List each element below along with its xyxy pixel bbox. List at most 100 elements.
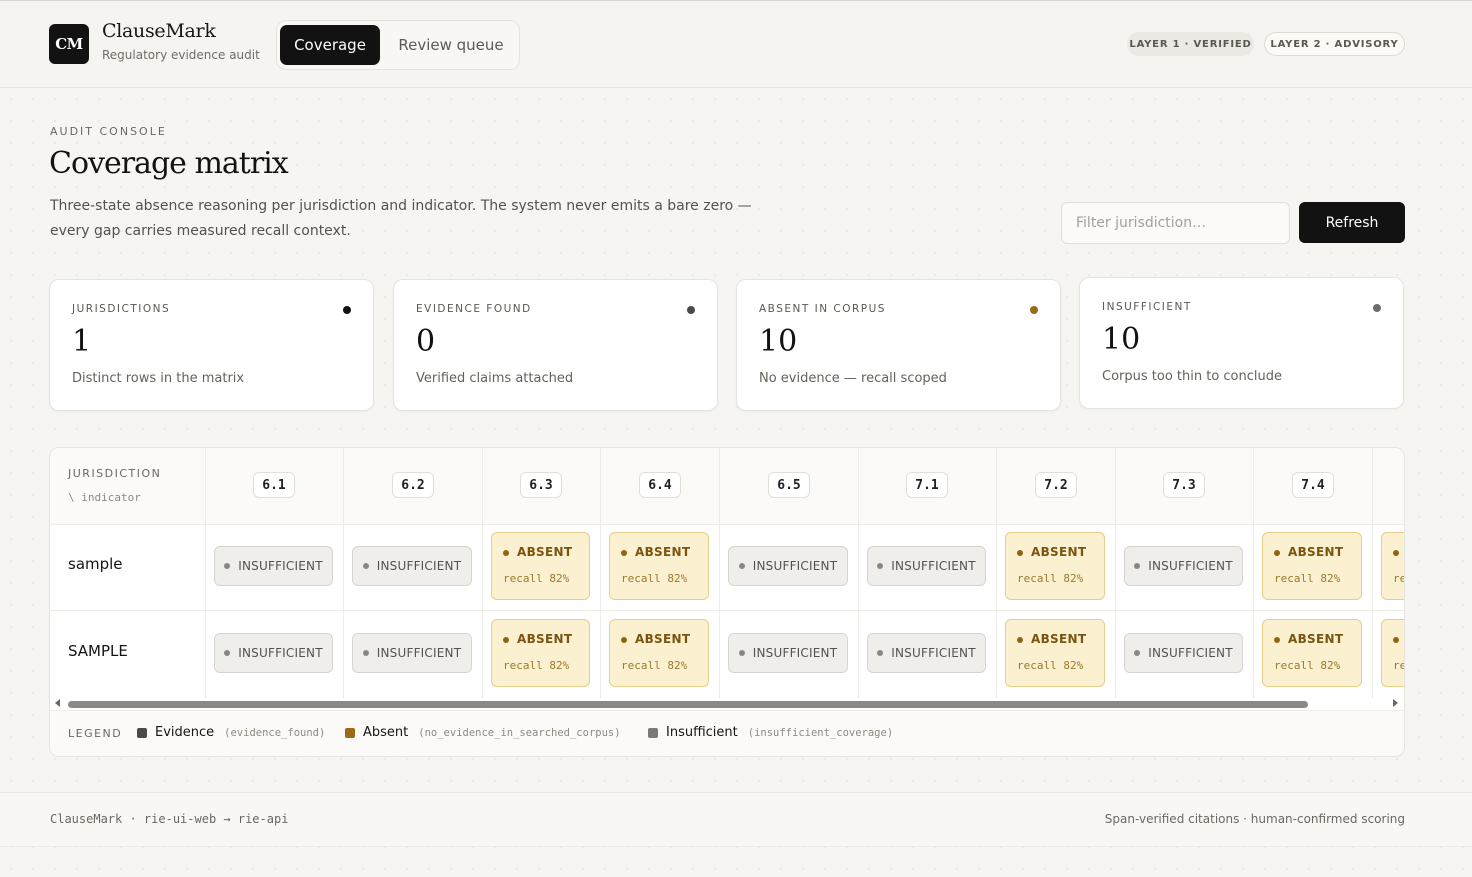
cell-status-label: INSUFFICIENT <box>752 646 838 660</box>
status-dot-icon <box>877 563 884 569</box>
indicator-chip-6-2[interactable]: 6.2 <box>392 472 434 498</box>
indicator-chip-7-3[interactable]: 7.3 <box>1163 472 1205 498</box>
cell-status-label: ABSENT <box>635 632 691 646</box>
page-title: Coverage matrix <box>49 146 289 181</box>
cell-absent[interactable]: ABSENT recall 82% <box>609 619 709 687</box>
grid-divider <box>1115 448 1116 698</box>
cell-status-label: INSUFFICIENT <box>891 646 976 660</box>
cell-insufficient[interactable]: INSUFFICIENT <box>728 633 848 673</box>
scroll-left-arrow-icon[interactable] <box>55 699 60 707</box>
indicator-chip-6-3[interactable]: 6.3 <box>520 472 562 498</box>
indicator-chip-6-5[interactable]: 6.5 <box>768 472 810 498</box>
stat-label: JURISDICTIONS <box>72 303 171 315</box>
cell-absent[interactable]: ABSENTrecall 82% <box>609 532 709 600</box>
status-dot-icon <box>1393 550 1399 556</box>
logo: CM <box>49 24 89 64</box>
stat-caption: No evidence — recall scoped <box>759 371 947 386</box>
cell-recall: recall 82% <box>621 659 688 672</box>
layer1-badge: LAYER 1 · VERIFIED <box>1127 32 1254 56</box>
status-dot-icon <box>224 650 231 656</box>
cell-recall: recall 82% <box>1274 659 1341 672</box>
cell-absent[interactable]: ABSENTrecall 82% <box>1381 619 1404 687</box>
status-dot-icon <box>362 650 369 656</box>
status-dot-icon <box>1017 550 1023 556</box>
legend-title: LEGEND <box>68 727 123 740</box>
legend-item-evidence: Evidence (evidence_found) <box>137 725 325 740</box>
tab-review-queue[interactable]: Review queue <box>385 25 517 65</box>
cell-absent[interactable]: ABSENTrecall 82% <box>1262 532 1362 600</box>
grid-divider <box>50 610 1404 611</box>
status-dot-icon <box>503 637 509 643</box>
horizontal-scrollbar[interactable] <box>50 698 1404 709</box>
page-eyebrow: AUDIT CONSOLE <box>50 125 167 138</box>
filter-jurisdiction-input[interactable] <box>1061 202 1290 244</box>
cell-status-label: INSUFFICIENT <box>238 559 323 573</box>
grid-divider <box>482 448 483 698</box>
cell-absent[interactable]: ABSENTrecall 82% <box>1005 532 1105 600</box>
cell-status-label: INSUFFICIENT <box>891 559 976 573</box>
grid-divider <box>343 448 344 698</box>
row-label-jurisdiction: sample <box>68 555 123 573</box>
cell-insufficient[interactable]: INSUFFICIENT <box>867 633 986 673</box>
stat-value: 0 <box>416 324 436 359</box>
cell-insufficient[interactable]: INSUFFICIENT <box>352 546 472 586</box>
stat-value: 1 <box>72 324 92 359</box>
grid-divider <box>50 524 1404 525</box>
indicator-chip-7-1[interactable]: 7.1 <box>906 472 948 498</box>
status-dot-icon <box>621 550 627 556</box>
stat-card: ABSENT IN CORPUS 10 No evidence — recall s… <box>736 279 1061 411</box>
cell-status-label: ABSENT <box>1031 545 1087 559</box>
nav-tabs: Coverage Review queue <box>276 20 520 70</box>
stat-card: EVIDENCE FOUND 0 Verified claims attached <box>393 279 718 411</box>
cell-insufficient[interactable]: INSUFFICIENT <box>1124 633 1243 673</box>
brand-subtitle: Regulatory evidence audit <box>102 48 260 62</box>
cell-absent[interactable]: ABSENTrecall 82% <box>1262 619 1362 687</box>
indicator-chip-6-4[interactable]: 6.4 <box>639 472 681 498</box>
status-dot-icon <box>1134 650 1141 656</box>
status-dot-icon <box>362 563 369 569</box>
grid-divider <box>996 448 997 698</box>
status-dot-icon <box>1030 306 1038 314</box>
status-dot-icon <box>343 306 351 314</box>
legend: LEGEND Evidence (evidence_found) Absent (no… <box>50 710 1404 756</box>
matrix-scroll-area[interactable]: JURISDICTION \ indicator 6.1 6.2 6.3 6.4 6.5… <box>50 448 1404 698</box>
cell-status-label: INSUFFICIENT <box>1148 559 1233 573</box>
cell-insufficient[interactable]: INSUFFICIENT <box>1124 546 1243 586</box>
page-description: Three-state absence reasoning per jurisd… <box>50 198 752 239</box>
status-dot-icon <box>1017 637 1023 643</box>
cell-absent[interactable]: ABSENTrecall 82% <box>491 532 590 600</box>
cell-insufficient[interactable]: INSUFFICIENT <box>214 633 333 673</box>
stat-label: ABSENT IN CORPUS <box>759 303 886 315</box>
stat-value: 10 <box>759 324 798 359</box>
cell-insufficient[interactable]: INSUFFICIENT <box>352 633 472 673</box>
status-dot-icon <box>1373 304 1381 312</box>
stat-caption: Verified claims attached <box>416 371 574 386</box>
stat-label: INSUFFICIENT <box>1102 301 1192 313</box>
cell-status-label: INSUFFICIENT <box>376 646 462 660</box>
app-header: CM ClauseMark Regulatory evidence audit … <box>0 1 1472 88</box>
cell-absent[interactable]: ABSENTrecall 82% <box>1005 619 1105 687</box>
scroll-right-arrow-icon[interactable] <box>1393 699 1398 707</box>
cell-recall: recall 82% <box>1393 659 1404 672</box>
cell-status-label: ABSENT <box>517 632 573 646</box>
cell-status-label: ABSENT <box>1031 632 1087 646</box>
refresh-button[interactable]: Refresh <box>1299 202 1405 243</box>
cell-insufficient[interactable]: INSUFFICIENT <box>867 546 986 586</box>
cell-insufficient[interactable]: INSUFFICIENT <box>214 546 333 586</box>
legend-label: Insufficient <box>666 725 738 740</box>
indicator-chip-6-1[interactable]: 6.1 <box>253 472 295 498</box>
legend-swatch-icon <box>648 727 658 738</box>
legend-code: (insufficient_coverage) <box>747 726 894 739</box>
cell-status-label: INSUFFICIENT <box>1148 646 1233 660</box>
cell-absent[interactable]: ABSENTrecall 82% <box>1381 532 1404 600</box>
cell-insufficient[interactable]: INSUFFICIENT <box>728 546 848 586</box>
indicator-chip-7-4[interactable]: 7.4 <box>1292 472 1334 498</box>
tab-coverage[interactable]: Coverage <box>280 25 380 65</box>
grid-divider <box>205 448 206 698</box>
cell-absent[interactable]: ABSENTrecall 82% <box>491 619 590 687</box>
status-dot-icon <box>738 563 745 569</box>
legend-item-absent: Absent (no_evidence_in_searched_corpus) <box>345 725 621 740</box>
scrollbar-thumb[interactable] <box>68 701 1308 708</box>
footer-right: Span-verified citations · human-confirme… <box>1104 812 1405 826</box>
indicator-chip-7-2[interactable]: 7.2 <box>1035 472 1077 498</box>
